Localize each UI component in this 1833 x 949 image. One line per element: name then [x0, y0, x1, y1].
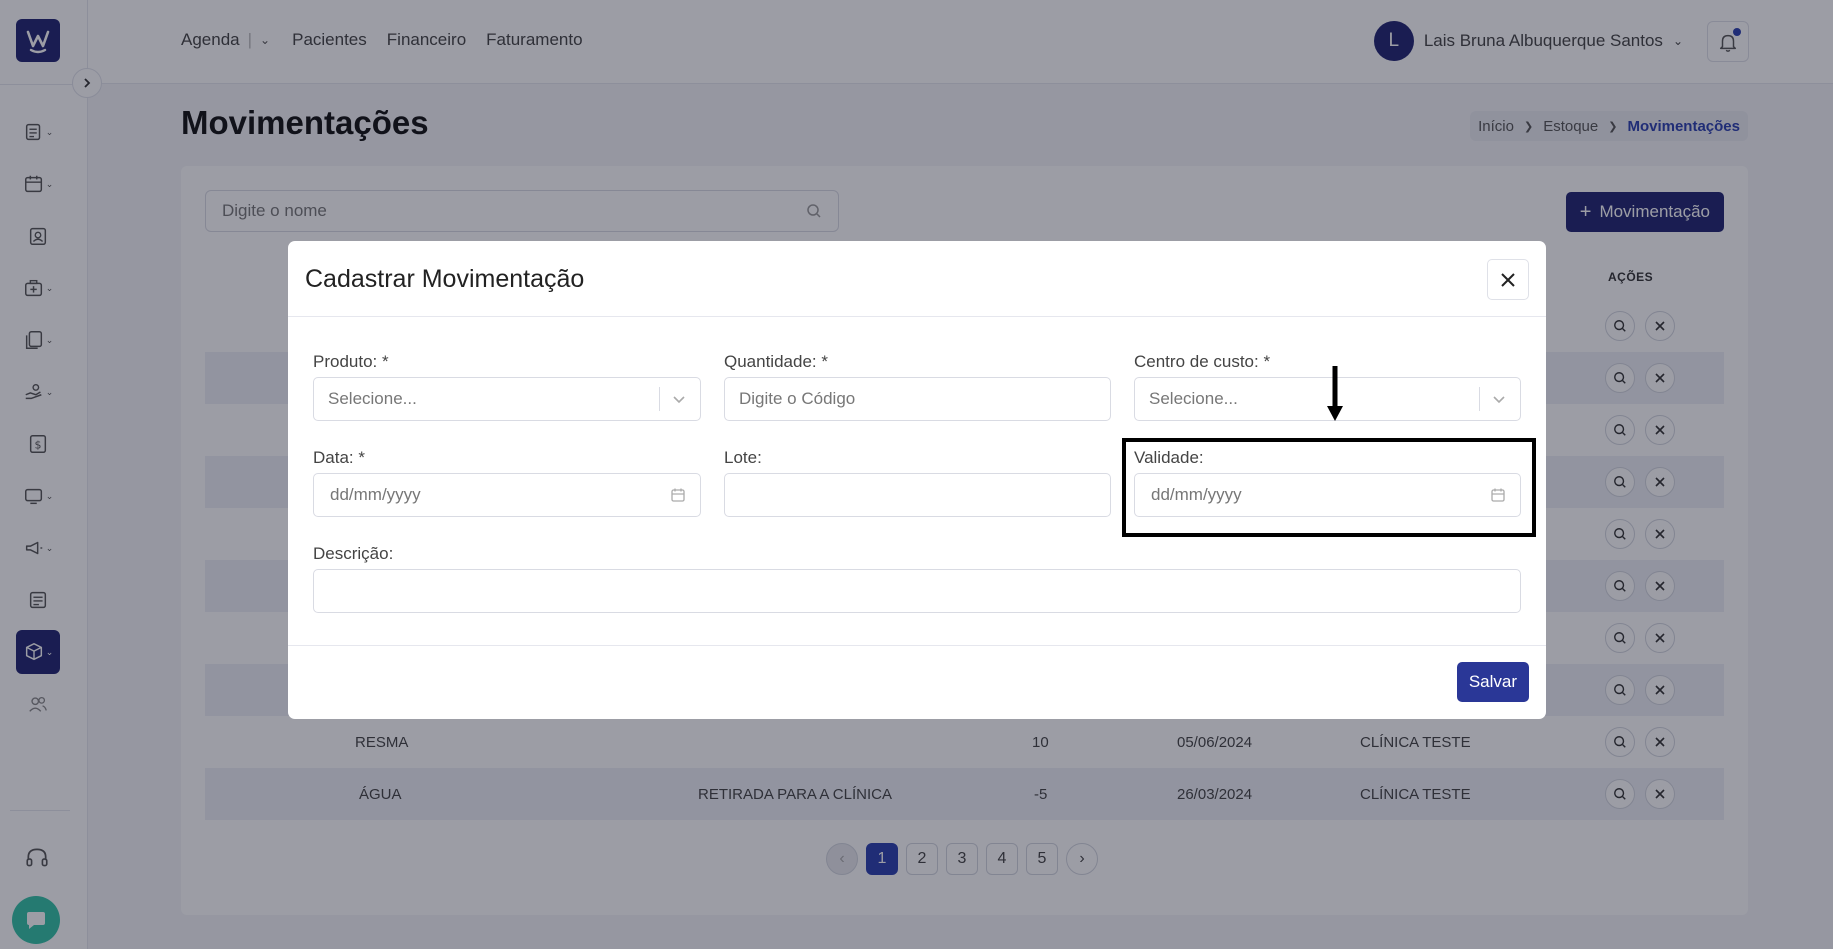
batch-input[interactable] — [724, 473, 1111, 517]
date-placeholder: dd/mm/yyyy — [330, 485, 421, 504]
calendar-icon — [671, 488, 685, 502]
quantity-input[interactable]: Digite o Código — [724, 377, 1111, 421]
description-label: Descrição: — [313, 544, 394, 563]
chevron-down-icon — [1493, 396, 1505, 404]
date-label: Data: * — [313, 448, 365, 467]
close-icon — [1501, 272, 1515, 287]
date-input[interactable]: dd/mm/yyyy — [313, 473, 701, 517]
select-separator — [1479, 387, 1480, 411]
chevron-down-icon — [673, 396, 685, 404]
arrow-down-icon — [1327, 366, 1343, 421]
product-placeholder: Selecione... — [328, 389, 417, 408]
highlight-box — [1122, 438, 1536, 537]
product-select[interactable]: Selecione... — [313, 377, 701, 421]
batch-label: Lote: — [724, 448, 762, 467]
product-label: Produto: * — [313, 352, 389, 371]
description-input[interactable] — [313, 569, 1521, 613]
modal-footer — [288, 645, 1546, 646]
save-button[interactable]: Salvar — [1456, 662, 1529, 702]
quantity-placeholder: Digite o Código — [739, 389, 856, 408]
select-separator — [659, 387, 660, 411]
modal-title: Cadastrar Movimentação — [305, 265, 585, 293]
cost-center-placeholder: Selecione... — [1149, 389, 1238, 408]
cost-center-label: Centro de custo: * — [1134, 352, 1271, 371]
quantity-label: Quantidade: * — [724, 352, 828, 371]
modal-header: Cadastrar Movimentação — [288, 241, 1546, 317]
close-modal-button[interactable] — [1487, 259, 1529, 300]
